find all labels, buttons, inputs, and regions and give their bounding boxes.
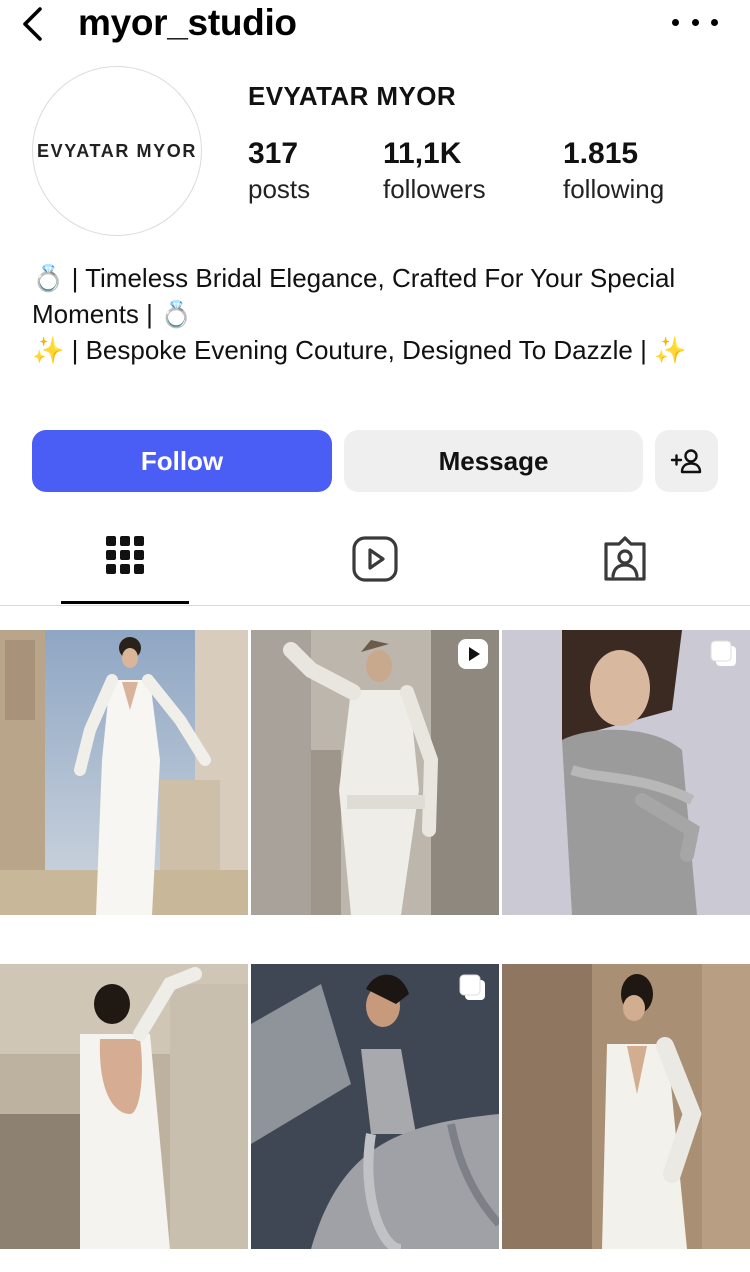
stat-posts-label: posts [248, 174, 311, 204]
photo-open-back-gown [0, 964, 248, 1249]
carousel-badge-icon [710, 640, 736, 666]
stat-following[interactable]: 1.815 following [563, 136, 664, 206]
post-tile-6[interactable] [502, 964, 750, 1249]
stat-following-value: 1.815 [563, 137, 639, 170]
add-person-icon [670, 449, 701, 474]
suggest-accounts-button[interactable] [655, 430, 718, 492]
post-tile-5[interactable] [251, 964, 499, 1249]
active-tab-indicator [61, 601, 189, 604]
stat-followers[interactable]: 11,1K followers [383, 136, 486, 206]
stat-following-label: following [563, 174, 665, 204]
stat-followers-value: 11,1K [383, 137, 462, 170]
more-dot [711, 18, 718, 26]
photo-silver-halter-gown [251, 964, 499, 1249]
more-dot [691, 18, 699, 26]
tab-posts-grid[interactable] [61, 528, 189, 604]
back-button[interactable] [14, 4, 50, 44]
tab-tagged[interactable] [561, 528, 689, 604]
photo-bride-ruins [0, 630, 248, 915]
profile-username: myor_studio [78, 2, 297, 43]
tab-divider [0, 605, 750, 606]
photo-silver-sequin-dress [502, 630, 750, 915]
post-tile-3[interactable] [502, 630, 750, 915]
carousel-badge-icon [459, 974, 485, 1000]
more-options-button[interactable] [672, 10, 718, 34]
display-name: EVYATAR MYOR [248, 81, 457, 111]
more-horizontal-icon [672, 18, 679, 26]
message-button[interactable]: Message [344, 430, 643, 492]
chevron-left-icon [23, 7, 42, 41]
bio-line-1: 💍 | Timeless Bridal Elegance, Crafted Fo… [32, 263, 676, 329]
stat-posts-value: 317 [248, 137, 299, 170]
post-tile-1[interactable] [0, 630, 248, 915]
post-tile-4[interactable] [0, 964, 248, 1249]
profile-avatar[interactable]: EVYATAR MYOR [32, 66, 202, 236]
photo-white-robe-dress [502, 964, 750, 1249]
tagged-icon [604, 536, 646, 581]
follow-button[interactable]: Follow [32, 430, 332, 492]
grid-icon [106, 536, 144, 574]
bio-line-2: ✨ | Bespoke Evening Couture, Designed To… [32, 335, 687, 365]
avatar-logo-text: EVYATAR MYOR [37, 140, 197, 161]
reel-badge-icon [458, 639, 488, 669]
post-tile-2[interactable] [251, 630, 499, 915]
stat-followers-label: followers [383, 174, 486, 204]
profile-bio: 💍 | Timeless Bridal Elegance, Crafted Fo… [32, 260, 722, 368]
photo-white-wrap-dress [251, 630, 499, 915]
stat-posts[interactable]: 317 posts [248, 136, 310, 206]
tab-reels[interactable] [311, 528, 439, 604]
reels-icon [352, 536, 398, 582]
